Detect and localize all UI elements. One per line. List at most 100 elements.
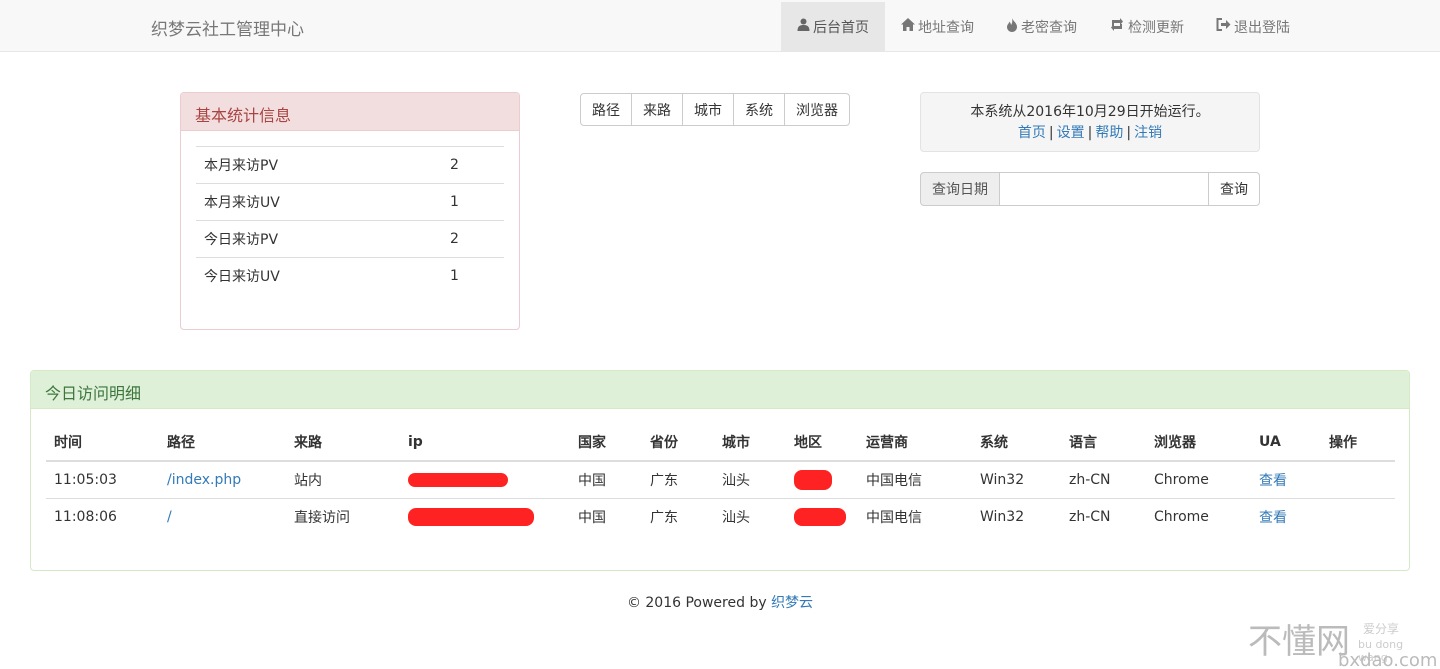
watermark: 不懂网 爱分享 bu dong wang bxdao.com bbox=[1228, 614, 1437, 669]
query-button[interactable]: 查询 bbox=[1208, 172, 1260, 206]
nav-item-address-query[interactable]: 地址查询 bbox=[885, 2, 990, 51]
cell-province: 广东 bbox=[642, 497, 714, 535]
stat-value: 1 bbox=[442, 257, 504, 295]
redacted-region bbox=[794, 507, 846, 526]
column-header: 来路 bbox=[286, 424, 400, 462]
link-separator: | bbox=[1087, 125, 1093, 141]
logout-icon bbox=[1216, 18, 1231, 35]
cell-browser: Chrome bbox=[1146, 460, 1251, 498]
stats-table: 本月来访PV 2 本月来访UV 1 今日来访PV 2 今日来访UV 1 bbox=[196, 146, 504, 295]
column-header: 操作 bbox=[1321, 424, 1395, 462]
settings-link[interactable]: 设置 bbox=[1057, 125, 1085, 141]
cell-ua: 查看 bbox=[1251, 497, 1321, 535]
cell-ua: 查看 bbox=[1251, 460, 1321, 498]
cell-ip bbox=[400, 460, 570, 498]
cell-region bbox=[786, 460, 858, 498]
cell-time: 11:08:06 bbox=[46, 497, 159, 535]
cell-city: 汕头 bbox=[714, 497, 786, 535]
column-header: UA bbox=[1251, 424, 1321, 462]
column-header: 语言 bbox=[1061, 424, 1146, 462]
footer-link[interactable]: 织梦云 bbox=[771, 595, 813, 611]
stat-label: 本月来访PV bbox=[196, 146, 442, 184]
stat-value: 2 bbox=[442, 146, 504, 184]
view-ua-link[interactable]: 查看 bbox=[1259, 473, 1287, 489]
cell-path: / bbox=[159, 497, 286, 535]
nav-item-label: 地址查询 bbox=[918, 19, 974, 36]
filter-referer-button[interactable]: 来路 bbox=[631, 93, 683, 126]
link-separator: | bbox=[1126, 125, 1132, 141]
filter-city-button[interactable]: 城市 bbox=[682, 93, 734, 126]
nav-item-home[interactable]: 后台首页 bbox=[781, 2, 885, 51]
redacted-ip bbox=[408, 507, 534, 526]
visit-details-table: 时间 路径 来路 ip 国家 省份 城市 地区 运营商 系统 语言 浏览器 UA… bbox=[46, 424, 1395, 535]
column-header: 国家 bbox=[570, 424, 642, 462]
table-row: 11:08:06 / 直接访问 中国 广东 汕头 中国电信 Win32 zh-C… bbox=[46, 497, 1395, 535]
retweet-icon bbox=[1109, 18, 1125, 35]
running-since-text: 本系统从2016年10月29日开始运行。 bbox=[970, 104, 1210, 120]
panel-title: 基本统计信息 bbox=[181, 93, 519, 131]
home-link[interactable]: 首页 bbox=[1018, 125, 1046, 141]
nav-item-label: 检测更新 bbox=[1128, 19, 1184, 36]
logout-link[interactable]: 注销 bbox=[1134, 125, 1162, 141]
filter-browser-button[interactable]: 浏览器 bbox=[784, 93, 850, 126]
top-navbar: 织梦云社工管理中心 后台首页 地址查询 老密查询 检测更新 退出登陆 bbox=[0, 0, 1440, 52]
nav-item-logout[interactable]: 退出登陆 bbox=[1200, 2, 1306, 51]
help-link[interactable]: 帮助 bbox=[1095, 125, 1123, 141]
column-header: 系统 bbox=[972, 424, 1061, 462]
cell-language: zh-CN bbox=[1061, 460, 1146, 498]
main-nav: 后台首页 地址查询 老密查询 检测更新 退出登陆 bbox=[781, 2, 1306, 51]
brand-title[interactable]: 织梦云社工管理中心 bbox=[151, 15, 304, 40]
view-ua-link[interactable]: 查看 bbox=[1259, 510, 1287, 526]
nav-item-label: 后台首页 bbox=[813, 19, 869, 36]
user-icon bbox=[797, 18, 810, 35]
watermark-main: 不懂网 bbox=[1248, 622, 1350, 662]
column-header: 时间 bbox=[46, 424, 159, 462]
filter-os-button[interactable]: 系统 bbox=[733, 93, 785, 126]
footer-text: © 2016 Powered by bbox=[626, 595, 772, 611]
cell-isp: 中国电信 bbox=[858, 460, 972, 498]
cell-referer: 直接访问 bbox=[286, 497, 400, 535]
table-row: 本月来访PV 2 bbox=[196, 146, 504, 184]
stat-value: 1 bbox=[442, 183, 504, 221]
path-link[interactable]: / bbox=[167, 509, 172, 525]
column-header: ip bbox=[400, 424, 570, 462]
redacted-ip bbox=[408, 472, 508, 487]
cell-province: 广东 bbox=[642, 460, 714, 498]
cell-time: 11:05:03 bbox=[46, 460, 159, 498]
path-link[interactable]: /index.php bbox=[167, 472, 241, 488]
info-links: 首页 | 设置 | 帮助 | 注销 bbox=[921, 123, 1259, 144]
watermark-sub: 爱分享 bbox=[1363, 622, 1400, 636]
table-row: 11:05:03 /index.php 站内 中国 广东 汕头 中国电信 Win… bbox=[46, 460, 1395, 498]
query-date-input[interactable] bbox=[1000, 172, 1208, 206]
nav-item-label: 退出登陆 bbox=[1234, 19, 1290, 36]
basic-stats-panel: 基本统计信息 本月来访PV 2 本月来访UV 1 今日来访PV 2 今日来访UV… bbox=[180, 92, 520, 330]
filter-path-button[interactable]: 路径 bbox=[580, 93, 632, 126]
cell-region bbox=[786, 497, 858, 535]
cell-referer: 站内 bbox=[286, 460, 400, 498]
cell-isp: 中国电信 bbox=[858, 497, 972, 535]
column-header: 省份 bbox=[642, 424, 714, 462]
query-date-label: 查询日期 bbox=[920, 172, 1000, 206]
cell-browser: Chrome bbox=[1146, 497, 1251, 535]
watermark-url: bxdao.com bbox=[1338, 650, 1438, 669]
column-header: 运营商 bbox=[858, 424, 972, 462]
today-visit-details-panel: 今日访问明细 时间 路径 来路 ip 国家 省份 城市 地区 运营商 系统 语言… bbox=[30, 370, 1410, 571]
table-header-row: 时间 路径 来路 ip 国家 省份 城市 地区 运营商 系统 语言 浏览器 UA… bbox=[46, 424, 1395, 462]
stat-label: 本月来访UV bbox=[196, 183, 442, 221]
cell-country: 中国 bbox=[570, 460, 642, 498]
cell-path: /index.php bbox=[159, 460, 286, 498]
cell-country: 中国 bbox=[570, 497, 642, 535]
column-header: 地区 bbox=[786, 424, 858, 462]
column-header: 路径 bbox=[159, 424, 286, 462]
table-row: 本月来访UV 1 bbox=[196, 183, 504, 221]
cell-ip bbox=[400, 497, 570, 535]
stat-label: 今日来访PV bbox=[196, 220, 442, 258]
column-header: 浏览器 bbox=[1146, 424, 1251, 462]
cell-action bbox=[1321, 497, 1395, 535]
nav-item-password-query[interactable]: 老密查询 bbox=[990, 2, 1093, 51]
nav-item-check-update[interactable]: 检测更新 bbox=[1093, 2, 1200, 51]
stat-value: 2 bbox=[442, 220, 504, 258]
table-row: 今日来访UV 1 bbox=[196, 257, 504, 295]
fire-icon bbox=[1006, 17, 1018, 36]
redacted-region bbox=[794, 469, 832, 490]
